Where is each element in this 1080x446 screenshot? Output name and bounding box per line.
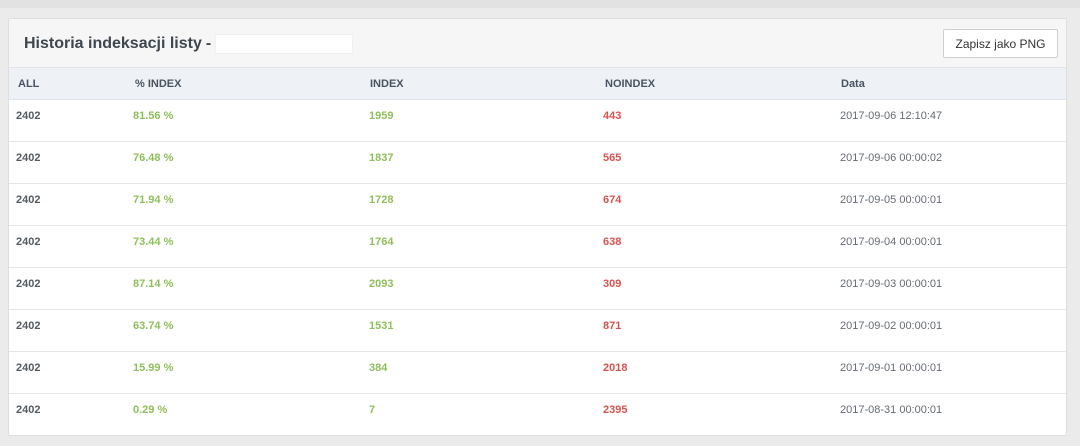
header-noindex: NOINDEX xyxy=(605,78,656,90)
table-row: 2402 87.14 % 2093 309 2017-09-03 00:00:01 xyxy=(9,268,1066,310)
cell-pct-index: 71.94 % xyxy=(133,194,174,206)
header-index: INDEX xyxy=(370,78,404,90)
cell-date: 2017-08-31 00:00:01 xyxy=(840,404,943,416)
panel-title-text: Historia indeksacji listy xyxy=(24,35,202,52)
title-dash: - xyxy=(205,35,212,52)
cell-noindex: 443 xyxy=(603,110,622,122)
cell-all: 2402 xyxy=(16,320,41,332)
table-row: 2402 81.56 % 1959 443 2017-09-06 12:10:47 xyxy=(9,100,1066,142)
redacted-list-name xyxy=(215,34,354,54)
panel-header: Historia indeksacji listy - Zapisz jako … xyxy=(9,19,1066,68)
cell-pct-index: 73.44 % xyxy=(133,236,174,248)
cell-index: 7 xyxy=(369,404,376,416)
cell-all: 2402 xyxy=(16,278,41,290)
cell-date: 2017-09-02 00:00:01 xyxy=(840,320,943,332)
cell-noindex: 565 xyxy=(603,152,622,164)
cell-noindex: 871 xyxy=(603,320,622,332)
cell-date: 2017-09-06 00:00:02 xyxy=(840,152,943,164)
table-row: 2402 73.44 % 1764 638 2017-09-04 00:00:01 xyxy=(9,226,1066,268)
cell-index: 1728 xyxy=(369,194,394,206)
cell-all: 2402 xyxy=(16,404,41,416)
cell-pct-index: 81.56 % xyxy=(133,110,174,122)
cell-all: 2402 xyxy=(16,110,41,122)
cell-pct-index: 0.29 % xyxy=(133,404,168,416)
save-png-button[interactable]: Zapisz jako PNG xyxy=(943,29,1058,58)
cell-all: 2402 xyxy=(16,194,41,206)
cell-pct-index: 63.74 % xyxy=(133,320,174,332)
table-row: 2402 0.29 % 7 2395 2017-08-31 00:00:01 xyxy=(9,394,1066,435)
cell-all: 2402 xyxy=(16,152,41,164)
cell-index: 1764 xyxy=(369,236,394,248)
cell-date: 2017-09-03 00:00:01 xyxy=(840,278,943,290)
indexing-history-panel: Historia indeksacji listy - Zapisz jako … xyxy=(8,18,1067,436)
cell-index: 1837 xyxy=(369,152,394,164)
header-pct-index: % INDEX xyxy=(135,78,182,90)
table-header: ALL % INDEX INDEX NOINDEX Data xyxy=(9,68,1066,100)
cell-noindex: 638 xyxy=(603,236,622,248)
cell-index: 2093 xyxy=(369,278,394,290)
cell-pct-index: 15.99 % xyxy=(133,362,174,374)
cell-pct-index: 87.14 % xyxy=(133,278,174,290)
cell-index: 1959 xyxy=(369,110,394,122)
cell-noindex: 2395 xyxy=(603,404,628,416)
cell-noindex: 2018 xyxy=(603,362,628,374)
table-row: 2402 76.48 % 1837 565 2017-09-06 00:00:02 xyxy=(9,142,1066,184)
cell-index: 384 xyxy=(369,362,388,374)
header-all: ALL xyxy=(18,78,40,90)
cell-noindex: 674 xyxy=(603,194,622,206)
top-bar xyxy=(0,0,1080,8)
cell-date: 2017-09-01 00:00:01 xyxy=(840,362,943,374)
cell-pct-index: 76.48 % xyxy=(133,152,174,164)
table-row: 2402 71.94 % 1728 674 2017-09-05 00:00:01 xyxy=(9,184,1066,226)
panel-title: Historia indeksacji listy - xyxy=(24,34,354,54)
cell-date: 2017-09-04 00:00:01 xyxy=(840,236,943,248)
cell-all: 2402 xyxy=(16,362,41,374)
table-row: 2402 15.99 % 384 2018 2017-09-01 00:00:01 xyxy=(9,352,1066,394)
cell-all: 2402 xyxy=(16,236,41,248)
cell-date: 2017-09-06 12:10:47 xyxy=(840,110,943,122)
table-row: 2402 63.74 % 1531 871 2017-09-02 00:00:01 xyxy=(9,310,1066,352)
header-date: Data xyxy=(841,78,865,90)
cell-date: 2017-09-05 00:00:01 xyxy=(840,194,943,206)
cell-noindex: 309 xyxy=(603,278,622,290)
cell-index: 1531 xyxy=(369,320,394,332)
